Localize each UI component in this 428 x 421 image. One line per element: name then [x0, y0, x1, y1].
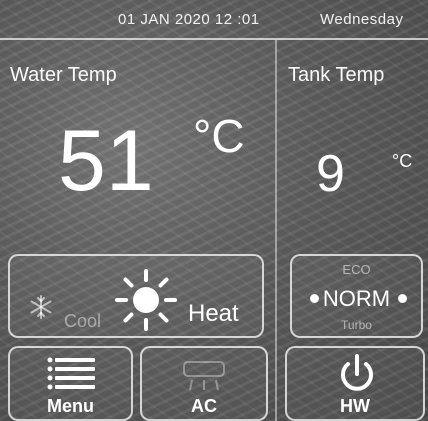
weekday: Wednesday — [320, 11, 404, 28]
status-bar: 01 JAN 2020 12 :01 Wednesday — [0, 0, 428, 40]
snowflake-icon — [28, 294, 54, 325]
tank-temp-unit: °C — [392, 151, 413, 171]
date-time: 01 JAN 2020 12 :01 — [118, 11, 260, 28]
menu-label: Menu — [47, 396, 94, 416]
hw-button[interactable]: HW — [285, 346, 425, 421]
water-temp-unit: °C — [193, 110, 245, 162]
turbo-option: Turbo — [341, 318, 372, 332]
eco-option: ECO — [342, 262, 371, 277]
hw-label: HW — [340, 396, 370, 416]
tank-temp-title: Tank Temp — [288, 64, 385, 86]
tank-temp-value: 9 — [316, 145, 345, 203]
thermostat-screen: 01 JAN 2020 12 :01 Wednesday Water Temp … — [0, 0, 428, 421]
water-temp-value: 51 — [58, 113, 154, 209]
menu-button[interactable]: Menu — [8, 346, 133, 421]
heat-mode-label: Heat — [188, 300, 239, 327]
mode-button[interactable]: Cool Heat — [8, 254, 264, 338]
cool-mode-label: Cool — [64, 311, 102, 331]
sun-icon — [114, 268, 178, 337]
panel-divider — [275, 40, 277, 421]
power-icon — [335, 352, 379, 401]
water-temp-title: Water Temp — [10, 64, 117, 86]
ac-button[interactable]: AC — [140, 346, 268, 421]
fan-mode-button[interactable]: ECO NORM Turbo — [290, 254, 423, 338]
ac-label: AC — [191, 396, 217, 416]
right-dot-indicator — [398, 294, 407, 303]
